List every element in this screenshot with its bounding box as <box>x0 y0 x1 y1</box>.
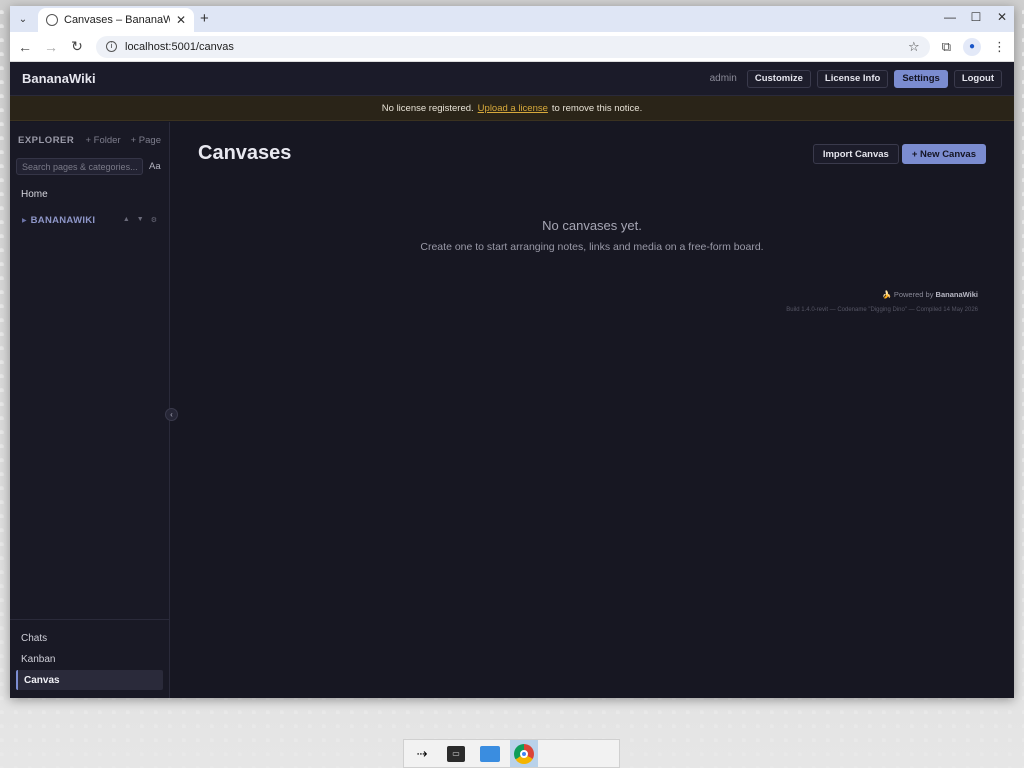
license-notice: No license registered. Upload a license … <box>10 96 1014 121</box>
url-text: localhost:5001/canvas <box>125 40 234 53</box>
logout-button[interactable]: Logout <box>953 69 1002 88</box>
add-folder-button[interactable]: + Folder <box>86 135 121 146</box>
brand-logo[interactable]: BananaWiki <box>22 71 96 86</box>
close-icon[interactable]: ✕ <box>996 10 1008 24</box>
category-controls: ▲ ▼ ⚙ <box>123 216 157 224</box>
plus-icon[interactable]: + <box>200 10 209 27</box>
arrow-right-icon[interactable]: → <box>44 39 58 55</box>
build-info: Build 1.4.0-revit — Codename "Digging Di… <box>786 307 978 313</box>
address-bar[interactable]: i localhost:5001/canvas ☆ <box>96 35 930 58</box>
settings-button[interactable]: Settings <box>894 69 948 88</box>
minimize-icon[interactable]: — <box>944 10 956 24</box>
info-icon[interactable]: i <box>106 41 117 52</box>
browser-tab[interactable]: Canvases – BananaWiki ✕ <box>38 8 194 32</box>
content-area: Canvases Import Canvas + New Canvas No c… <box>170 122 1014 698</box>
sidebar-item-kanban[interactable]: Kanban <box>10 649 169 669</box>
chrome-icon[interactable] <box>510 740 538 767</box>
add-page-button[interactable]: + Page <box>131 135 161 146</box>
explorer-label: EXPLORER <box>18 134 75 146</box>
taskbar: ⇢ ▭ <box>403 739 620 768</box>
empty-heading: No canvases yet. <box>542 218 642 233</box>
triangle-right-icon[interactable]: ▶ <box>22 217 27 224</box>
explorer-actions: + Folder + Page <box>86 135 162 146</box>
new-canvas-button[interactable]: + New Canvas <box>901 144 986 164</box>
sidebar-item-chats[interactable]: Chats <box>10 628 169 648</box>
search-input[interactable] <box>16 158 143 175</box>
files-icon[interactable] <box>476 740 504 767</box>
header-actions: admin Customize License Info Settings Lo… <box>709 69 1002 88</box>
main-area: EXPLORER + Folder + Page Aa Home ▶ BANAN… <box>10 122 1014 698</box>
page-footer: 🍌 Powered by BananaWiki Build 1.4.0-revi… <box>786 290 978 313</box>
tab-strip: ⌄ Canvases – BananaWiki ✕ + — ☐ ✕ <box>10 6 1014 32</box>
globe-icon <box>46 14 58 26</box>
reload-icon[interactable]: ↻ <box>70 38 84 55</box>
notice-text: No license registered. <box>381 102 474 114</box>
powered-by: 🍌 Powered by BananaWiki <box>786 290 978 299</box>
move-up-icon[interactable]: ▲ <box>123 216 130 224</box>
sidebar: EXPLORER + Folder + Page Aa Home ▶ BANAN… <box>10 122 170 698</box>
star-icon[interactable]: ☆ <box>908 39 920 55</box>
powered-by-prefix: 🍌 Powered by <box>882 290 934 299</box>
customize-button[interactable]: Customize <box>746 69 811 88</box>
category-name[interactable]: BANANAWIKI <box>31 215 96 226</box>
puzzle-icon[interactable]: ⧉ <box>942 39 951 55</box>
app-header: BananaWiki admin Customize License Info … <box>10 62 1014 96</box>
license-info-button[interactable]: License Info <box>816 69 889 88</box>
tab-title: Canvases – BananaWiki <box>64 14 170 26</box>
arrow-left-icon[interactable]: ← <box>18 39 32 55</box>
username: admin <box>709 73 737 84</box>
search-row: Aa <box>10 158 169 175</box>
match-case-toggle[interactable]: Aa <box>149 161 161 172</box>
person-icon[interactable]: ● <box>963 37 981 56</box>
close-icon[interactable]: ✕ <box>176 13 186 27</box>
sidebar-bottom-nav: Chats Kanban Canvas <box>10 619 169 690</box>
explorer-header: EXPLORER + Folder + Page <box>10 126 169 154</box>
empty-subtext: Create one to start arranging notes, lin… <box>420 241 764 253</box>
kebab-icon[interactable]: ⋮ <box>993 39 1006 55</box>
empty-state: No canvases yet. Create one to start arr… <box>170 218 1014 253</box>
powered-by-brand[interactable]: BananaWiki <box>936 290 978 299</box>
content-actions: Import Canvas + New Canvas <box>812 144 986 164</box>
sidebar-item-home[interactable]: Home <box>10 185 169 203</box>
upload-license-link[interactable]: Upload a license <box>478 103 548 114</box>
sidebar-item-canvas[interactable]: Canvas <box>16 670 163 690</box>
page-title: Canvases <box>198 142 292 164</box>
category-bananawiki[interactable]: ▶ BANANAWIKI ▲ ▼ ⚙ <box>10 211 169 229</box>
browser-toolbar: ← → ↻ i localhost:5001/canvas ☆ ⧉ ● ⋮ <box>10 32 1014 62</box>
chevron-down-icon[interactable]: ⌄ <box>14 10 32 28</box>
notice-text-after: to remove this notice. <box>551 102 643 114</box>
window-controls: — ☐ ✕ <box>944 10 1008 24</box>
pointer-app-icon[interactable]: ⇢ <box>408 740 436 767</box>
gear-icon[interactable]: ⚙ <box>151 216 157 224</box>
browser-window: ⌄ Canvases – BananaWiki ✕ + — ☐ ✕ ← → ↻ … <box>10 6 1014 698</box>
maximize-icon[interactable]: ☐ <box>970 10 982 24</box>
import-canvas-button[interactable]: Import Canvas <box>812 144 899 164</box>
terminal-icon[interactable]: ▭ <box>442 740 470 767</box>
move-down-icon[interactable]: ▼ <box>137 216 144 224</box>
